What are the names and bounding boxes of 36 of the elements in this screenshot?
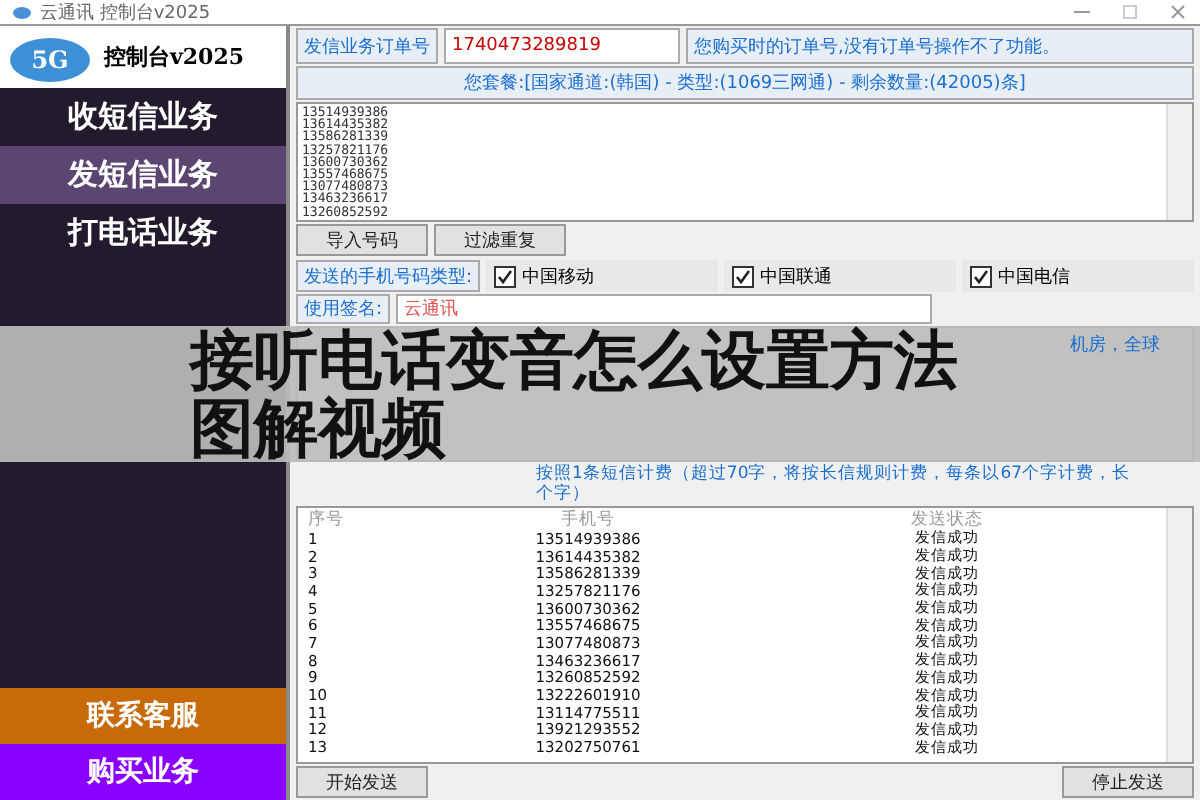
scrollbar[interactable] [1166, 508, 1192, 762]
menu-item[interactable]: 收短信业务 [0, 88, 286, 146]
checkbox[interactable] [732, 265, 755, 287]
signature-input[interactable]: 云通讯 [396, 294, 933, 324]
send-button[interactable]: 停止发送 [1062, 766, 1194, 798]
logo-text: 控制台v2025 [104, 42, 245, 72]
message-text: 机房，全球 [1070, 333, 1160, 358]
checkbox-label: 中国联通 [760, 265, 833, 289]
action-button[interactable]: 导入号码 [296, 224, 428, 256]
carrier-type-label: 发送的手机号码类型: [296, 260, 481, 292]
order-label: 发信业务订单号 [296, 28, 438, 64]
menu-item[interactable]: 发短信业务 [0, 146, 286, 204]
send-button[interactable]: 开始发送 [296, 766, 428, 798]
menu-button[interactable]: 联系客服 [0, 688, 286, 744]
column-header: 手机号 [559, 508, 617, 530]
column-header: 发送状态 [909, 508, 985, 529]
scrollbar[interactable] [1166, 104, 1192, 220]
checkbox-label: 中国电信 [998, 265, 1071, 289]
billing-note: 个字） [536, 484, 590, 504]
order-hint: 您购买时的订单号,没有订单号操作不了功能。 [686, 28, 1194, 64]
order-input[interactable]: 1740473289819 [444, 28, 680, 64]
checkbox-label: 中国移动 [522, 265, 595, 289]
checkbox[interactable] [494, 265, 517, 287]
maximize-icon[interactable] [1120, 4, 1140, 20]
banner-title: 图解视频 [190, 394, 446, 462]
menu-button[interactable]: 购买业务 [0, 744, 286, 800]
action-button[interactable]: 过滤重复 [434, 224, 566, 256]
signature-label: 使用签名: [296, 294, 391, 324]
window-title: 云通讯 控制台v2025 [40, 1, 213, 25]
close-icon[interactable] [1168, 4, 1188, 20]
banner-title: 接听电话变音怎么设置方法 [190, 326, 958, 394]
package-info: 您套餐:[国家通道:(韩国) - 类型:(1069三网通) - 剩余数量:(42005)条] [296, 66, 1194, 100]
billing-note: 按照1条短信计费（超过70字，将按长信规则计费，每条以67个字计费，长 [536, 464, 1131, 484]
checkbox[interactable] [970, 265, 993, 287]
menu-item[interactable]: 打电话业务 [0, 204, 286, 262]
column-header: 序号 [308, 508, 346, 530]
